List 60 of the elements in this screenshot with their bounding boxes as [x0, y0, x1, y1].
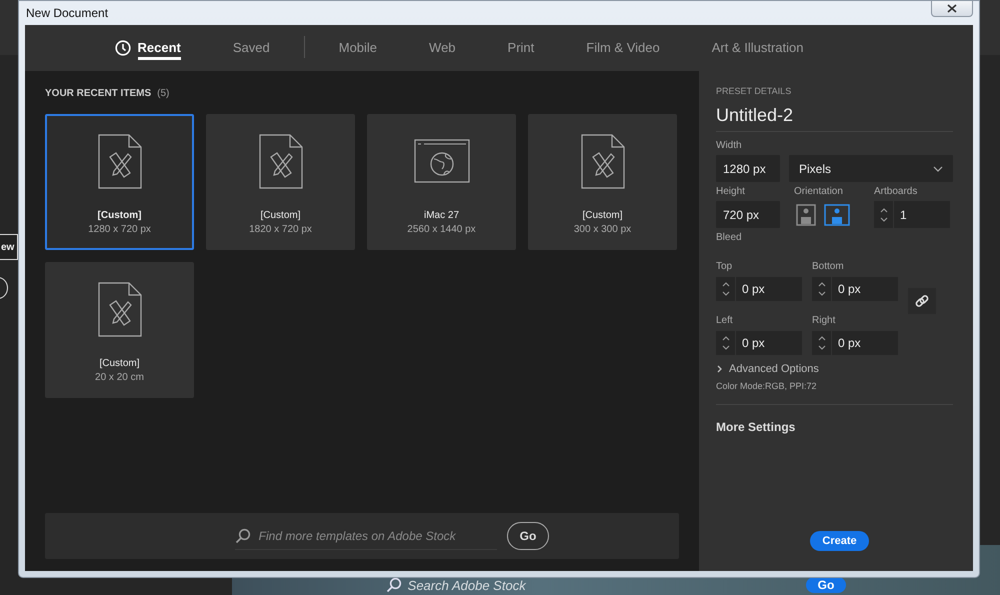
stepper-arrows-icon [720, 334, 730, 352]
go-button[interactable]: Go [806, 577, 846, 593]
document-icon [258, 134, 302, 189]
chevron-right-icon [716, 365, 724, 373]
preset-card[interactable]: [Custom] 20 x 20 cm [45, 262, 194, 398]
close-button[interactable] [931, 1, 973, 17]
stepper-arrows-icon [878, 206, 888, 224]
preset-card[interactable]: [Custom] 300 x 300 px [528, 114, 677, 250]
item-count: (5) [157, 88, 170, 99]
tab[interactable]: Recent [114, 25, 181, 71]
tab[interactable]: Art & Illustration [712, 25, 804, 71]
document-icon [98, 134, 142, 189]
create-button[interactable]: Create [810, 531, 869, 551]
landscape-orientation-icon[interactable] [824, 204, 850, 226]
document-icon [98, 282, 142, 337]
stepper-arrows-icon [816, 280, 826, 298]
go-button[interactable]: Go [506, 522, 550, 550]
field-label: Right [812, 315, 836, 327]
section-heading: PRESET DETAILS [716, 86, 792, 96]
preset-card[interactable]: [Custom] 1820 x 720 px [206, 114, 355, 250]
preset-card[interactable]: [Custom] 1280 x 720 px [45, 114, 194, 250]
tab[interactable]: Web [429, 25, 456, 71]
tab[interactable]: Mobile [338, 25, 378, 71]
width-field[interactable]: 1280 px [716, 155, 780, 182]
stepper-arrows-icon [720, 280, 730, 298]
chevron-down-icon [933, 166, 943, 172]
document-icon [580, 134, 624, 189]
browser-globe-icon [414, 139, 470, 183]
tab[interactable]: Print [508, 25, 534, 71]
advanced-options-toggle[interactable]: Advanced Options [716, 363, 953, 375]
tab[interactable]: Film & Video [586, 25, 660, 71]
portrait-orientation-icon[interactable] [796, 204, 816, 226]
name-field[interactable]: Untitled-2 [716, 96, 953, 132]
tab[interactable]: Saved [232, 25, 270, 71]
field-label: Width [716, 140, 743, 151]
units-dropdown[interactable]: Pixels [789, 155, 953, 182]
field-label: Bleed [716, 232, 743, 243]
window-title: New Document [26, 6, 108, 20]
link-icon [915, 294, 929, 308]
clock-icon [114, 40, 130, 56]
search-icon [234, 528, 251, 544]
height-field[interactable]: 720 px [716, 201, 780, 228]
field-label: Bottom [812, 261, 845, 273]
color-mode-text: Color Mode:RGB, PPI:72 [716, 381, 953, 405]
partial-button[interactable]: ew [0, 234, 18, 260]
link-button[interactable] [908, 288, 936, 314]
search-icon [386, 577, 402, 593]
search-field[interactable]: Search Adobe Stock [408, 578, 526, 592]
stepper-arrows-icon [816, 334, 826, 352]
field-label: Orientation [794, 186, 844, 197]
field-label: Height [716, 186, 746, 197]
search-field[interactable]: Find more templates on Adobe Stock [256, 528, 497, 544]
field-label: Top [716, 261, 734, 273]
field-label: Left [716, 315, 734, 327]
close-icon [947, 4, 957, 13]
artboards-stepper[interactable]: 1 [874, 201, 950, 228]
field-label: Artboards [874, 186, 918, 197]
section-heading: YOUR RECENT ITEMS [45, 88, 152, 99]
preset-card[interactable]: iMac 27 2560 x 1440 px [367, 114, 516, 250]
more-settings-link[interactable]: More Settings [716, 420, 953, 434]
